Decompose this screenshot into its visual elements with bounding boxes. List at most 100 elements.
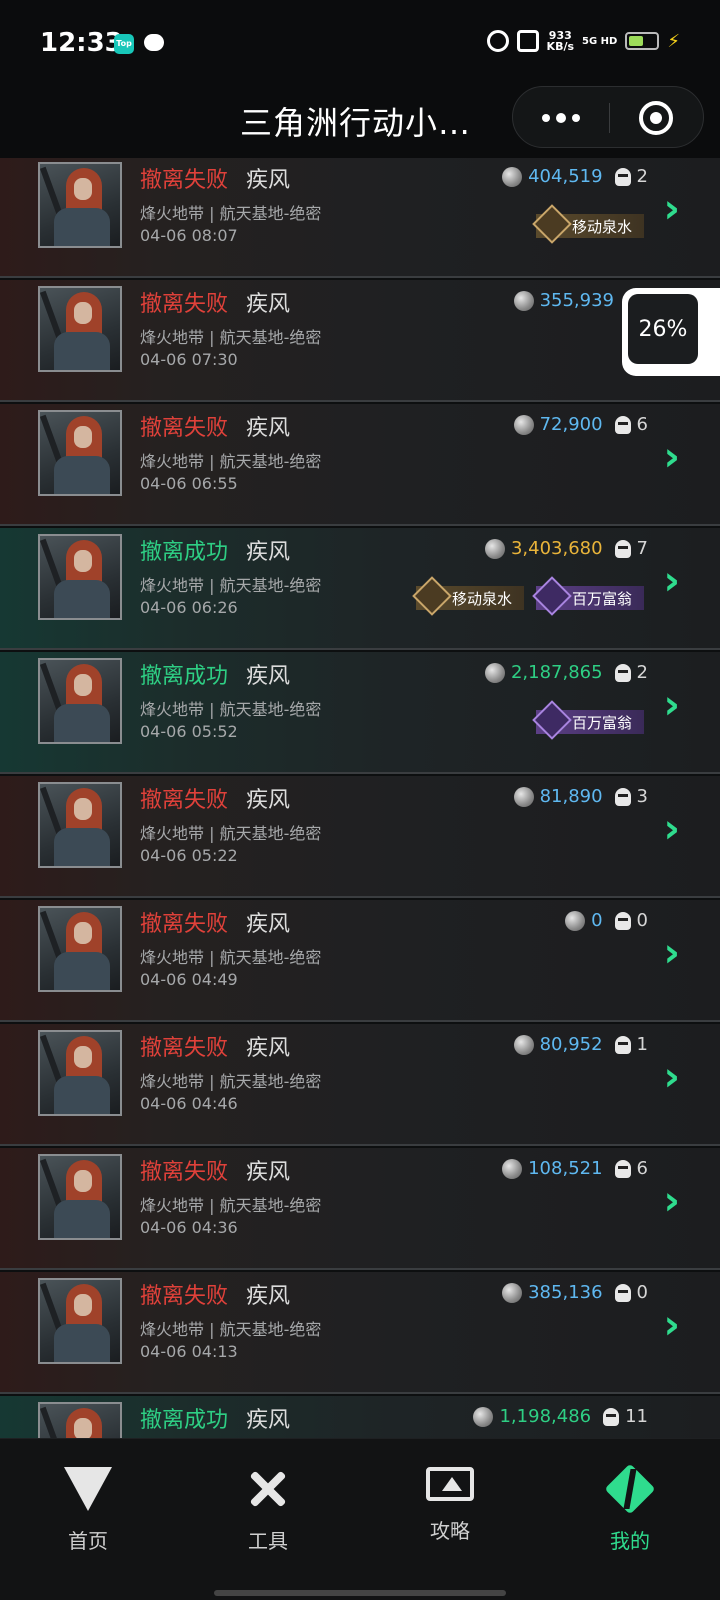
value-group: 00 bbox=[565, 910, 648, 931]
bottom-tab-bar: 首页 工具 攻略 我的 bbox=[0, 1438, 720, 1600]
match-record-row[interactable]: 撤离失败 疾风 烽火地带 | 航天基地-绝密 04-06 06:55 72,900 6 › bbox=[0, 404, 720, 526]
match-record-row[interactable]: 撤离失败疾风烽火地带 | 航天基地-绝密04-06 07:30355,939› bbox=[0, 280, 720, 402]
match-time: 04-06 04:36 bbox=[140, 1218, 238, 1237]
home-indicator[interactable] bbox=[214, 1590, 506, 1596]
extraction-result: 撤离失败 bbox=[140, 1036, 229, 1061]
chevron-right-icon[interactable]: › bbox=[664, 186, 680, 232]
loot-value: 80,952 bbox=[539, 1034, 603, 1055]
match-record-row[interactable]: 撤离成功 疾风 烽火地带 | 航天基地-绝密 04-06 05:52 2,187,865… bbox=[0, 652, 720, 774]
badge-list: 百万富翁 bbox=[532, 700, 644, 740]
match-record-list[interactable]: 撤离失败 疾风 烽火地带 | 航天基地-绝密 04-06 08:07 404,519 2 移… bbox=[0, 158, 720, 1438]
kill-count: 2 bbox=[636, 662, 648, 683]
match-record-row[interactable]: 撤离失败 疾风 烽火地带 | 航天基地-绝密 04-06 05:22 81,890 3 › bbox=[0, 776, 720, 898]
skull-icon bbox=[614, 167, 631, 186]
millionaire-badge: 百万富翁 bbox=[532, 576, 644, 616]
skull-icon bbox=[614, 415, 631, 434]
match-record-row[interactable]: 撤离失败 疾风 烽火地带 | 航天基地-绝密 04-06 04:36 108,521 6 › bbox=[0, 1148, 720, 1270]
tab-tools[interactable]: 工具 bbox=[208, 1467, 328, 1554]
more-dots-icon bbox=[542, 114, 550, 122]
spring-badge-icon bbox=[412, 576, 452, 616]
mobile-spring-badge: 移动泉水 bbox=[532, 204, 644, 244]
tab-mine[interactable]: 我的 bbox=[570, 1467, 690, 1554]
chevron-right-icon[interactable]: › bbox=[664, 806, 680, 852]
map-mode: 烽火地带 | 航天基地-绝密 bbox=[140, 328, 322, 347]
coin-icon bbox=[502, 1158, 523, 1179]
kill-count: 3 bbox=[636, 786, 648, 807]
value-group: 2,187,865 2 bbox=[484, 662, 648, 683]
floating-progress-widget[interactable]: 26% bbox=[622, 288, 720, 376]
badge-list: 移动泉水 bbox=[532, 204, 644, 244]
operator-avatar bbox=[38, 1154, 122, 1240]
charging-icon: ⚡ bbox=[667, 30, 680, 52]
more-button[interactable] bbox=[513, 87, 609, 149]
chevron-right-icon[interactable]: › bbox=[664, 1426, 680, 1438]
loot-value: 72,900 bbox=[539, 414, 603, 435]
match-record-row[interactable]: 撤离成功疾风 1,198,486 11 › bbox=[0, 1396, 720, 1438]
map-mode: 烽火地带 | 航天基地-绝密 bbox=[140, 948, 322, 967]
chevron-right-icon[interactable]: › bbox=[664, 682, 680, 728]
badge-list: 移动泉水 百万富翁 bbox=[412, 576, 644, 616]
value-group: 404,519 2 bbox=[502, 166, 648, 187]
coin-icon bbox=[502, 166, 523, 187]
skull-icon bbox=[614, 1283, 631, 1302]
coin-icon bbox=[513, 786, 534, 807]
operator-name: 疾风 bbox=[246, 416, 291, 441]
tab-label: 我的 bbox=[610, 1529, 650, 1553]
extraction-result: 撤离失败 bbox=[140, 912, 229, 937]
coin-icon bbox=[565, 910, 586, 931]
crown-badge-icon bbox=[532, 700, 572, 740]
chevron-right-icon[interactable]: › bbox=[664, 1178, 680, 1224]
operator-name: 疾风 bbox=[246, 1036, 291, 1061]
operator-avatar bbox=[38, 410, 122, 496]
value-group: 385,136 0 bbox=[502, 1282, 648, 1303]
map-mode: 烽火地带 | 航天基地-绝密 bbox=[140, 824, 322, 843]
close-miniprogram-button[interactable] bbox=[639, 101, 673, 135]
value-group: 81,890 3 bbox=[513, 786, 648, 807]
match-record-row[interactable]: 撤离失败 疾风 烽火地带 | 航天基地-绝密 04-06 04:46 80,952 1 › bbox=[0, 1024, 720, 1146]
loot-value: 404,519 bbox=[528, 166, 603, 187]
match-record-row[interactable]: 撤离失败 疾风 烽火地带 | 航天基地-绝密 04-06 08:07 404,519 2 移… bbox=[0, 158, 720, 278]
extraction-result: 撤离失败 bbox=[140, 416, 229, 441]
chevron-right-icon[interactable]: › bbox=[664, 558, 680, 604]
loot-value: 0 bbox=[591, 910, 603, 931]
value-group: 1,198,486 11 bbox=[473, 1406, 648, 1427]
mine-logo-icon bbox=[606, 1467, 654, 1511]
operator-avatar bbox=[38, 906, 122, 992]
loot-value: 1,198,486 bbox=[499, 1406, 592, 1427]
match-record-row[interactable]: 撤离成功 疾风 烽火地带 | 航天基地-绝密 04-06 06:26 3,403,680… bbox=[0, 528, 720, 650]
chevron-right-icon[interactable]: › bbox=[664, 1302, 680, 1348]
operator-avatar bbox=[38, 658, 122, 744]
operator-name: 疾风 bbox=[246, 1408, 291, 1433]
map-mode: 烽火地带 | 航天基地-绝密 bbox=[140, 204, 322, 223]
status-bar: 12:33 Top 933 KB/s 5G HD ⚡ bbox=[0, 0, 720, 86]
operator-avatar bbox=[38, 1030, 122, 1116]
chevron-right-icon[interactable]: › bbox=[664, 1054, 680, 1100]
kill-count: 0 bbox=[636, 1282, 648, 1303]
operator-name: 疾风 bbox=[246, 292, 291, 317]
extraction-result: 撤离失败 bbox=[140, 1160, 229, 1185]
tab-guide[interactable]: 攻略 bbox=[390, 1467, 510, 1544]
chevron-right-icon[interactable]: › bbox=[664, 434, 680, 480]
map-mode: 烽火地带 | 航天基地-绝密 bbox=[140, 576, 322, 595]
miniprogram-capsule bbox=[512, 86, 704, 148]
match-time: 04-06 05:52 bbox=[140, 722, 238, 741]
chevron-right-icon[interactable]: › bbox=[664, 930, 680, 976]
loot-value: 108,521 bbox=[528, 1158, 603, 1179]
operator-name: 疾风 bbox=[246, 1284, 291, 1309]
map-mode: 烽火地带 | 航天基地-绝密 bbox=[140, 452, 322, 471]
coin-icon bbox=[502, 1282, 523, 1303]
tab-home[interactable]: 首页 bbox=[28, 1467, 148, 1554]
coin-icon bbox=[513, 414, 534, 435]
kill-count: 7 bbox=[636, 538, 648, 559]
tab-label: 首页 bbox=[68, 1529, 108, 1553]
operator-avatar bbox=[38, 534, 122, 620]
match-time: 04-06 04:13 bbox=[140, 1342, 238, 1361]
match-record-row[interactable]: 撤离失败 疾风 烽火地带 | 航天基地-绝密 04-06 04:13 385,136 0 › bbox=[0, 1272, 720, 1394]
mobile-spring-badge: 移动泉水 bbox=[412, 576, 524, 616]
operator-name: 疾风 bbox=[246, 912, 291, 937]
match-record-row[interactable]: 撤离失败 疾风 烽火地带 | 航天基地-绝密 04-06 04:49 0 0 › bbox=[0, 900, 720, 1022]
extraction-result: 撤离失败 bbox=[140, 292, 229, 317]
title-bar: 三角洲行动小… bbox=[0, 86, 720, 158]
value-group: 80,952 1 bbox=[513, 1034, 648, 1055]
coin-icon bbox=[473, 1406, 494, 1427]
